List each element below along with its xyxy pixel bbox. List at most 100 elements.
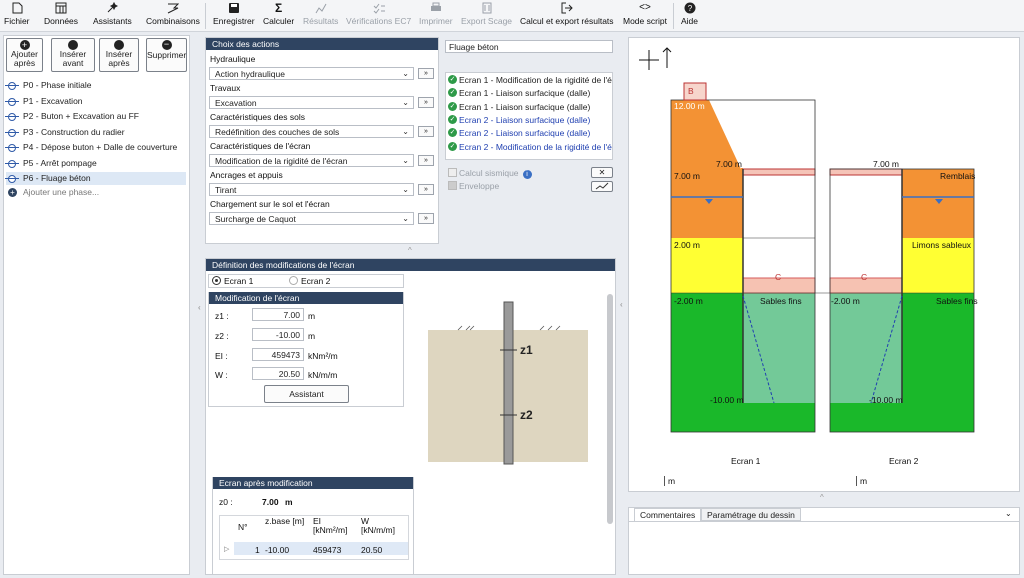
- action-list-item[interactable]: ✓ Ecran 1 - Liaison surfacique (dalle): [448, 101, 613, 112]
- z1-input[interactable]: 7.00: [252, 308, 304, 321]
- action-list-item[interactable]: ✓ Ecran 1 - Modification de la rigidité d…: [448, 75, 613, 85]
- chevron-left-icon[interactable]: ‹: [620, 300, 623, 309]
- z1-unit: m: [308, 311, 316, 321]
- chevron-down-icon: ⌄: [402, 156, 409, 165]
- surcharge-label: C: [775, 272, 782, 282]
- modif-header: Définition des modifications de l'écran: [206, 259, 615, 271]
- phase-item[interactable]: P1 - Excavation: [5, 95, 186, 108]
- phase-item[interactable]: P3 - Construction du radier: [5, 126, 186, 139]
- ecran-label: Ecran 1: [731, 456, 761, 466]
- phase-item[interactable]: P5 - Arrêt pompage: [5, 157, 186, 170]
- phase-item[interactable]: P6 - Fluage béton: [5, 172, 186, 185]
- calculer-button[interactable]: Σ Calculer: [263, 2, 294, 26]
- row-pointer-icon: ▷: [224, 546, 230, 553]
- check-list-icon: [373, 2, 385, 14]
- aide-menu[interactable]: ? Aide: [681, 2, 698, 26]
- phase-item[interactable]: P2 - Buton + Excavation au FF: [5, 110, 186, 123]
- action-select[interactable]: Tirant ⌄: [209, 183, 414, 196]
- check-circle-icon: ✓: [448, 88, 457, 98]
- inserer-avant-button[interactable]: Insérer avant: [51, 38, 95, 72]
- w-input[interactable]: 20.50: [252, 367, 304, 380]
- combinaisons-button[interactable]: Combinaisons: [146, 2, 200, 26]
- chevron-down-icon[interactable]: ⌄: [1005, 509, 1012, 518]
- wall-diagram: [408, 290, 604, 472]
- file-icon: [11, 2, 23, 14]
- z0-label: z0 :: [219, 497, 233, 507]
- add-action-button[interactable]: »: [418, 68, 434, 79]
- imprimer-button[interactable]: Imprimer: [419, 2, 453, 26]
- add-action-button[interactable]: »: [418, 155, 434, 166]
- verifications-button[interactable]: Vérifications EC7: [346, 2, 411, 26]
- chevron-down-icon: ⌄: [402, 214, 409, 223]
- modif-scrollbar[interactable]: [607, 294, 613, 524]
- collapse-up-icon[interactable]: ^: [820, 493, 824, 502]
- action-list-item[interactable]: ✓ Ecran 2 - Liaison surfacique (dalle): [448, 114, 613, 125]
- action-group-label: Caractéristiques de l'écran: [210, 141, 311, 151]
- assistant-button[interactable]: Assistant: [264, 385, 349, 403]
- check-circle-icon: ✓: [448, 114, 457, 124]
- fichier-menu[interactable]: Fichier: [4, 2, 30, 26]
- combine-icon: [167, 2, 180, 14]
- supprimer-button[interactable]: − Supprimer: [146, 38, 187, 72]
- phase-item[interactable]: P0 - Phase initiale: [5, 79, 186, 92]
- mode-script-button[interactable]: <> Mode script: [623, 2, 667, 26]
- action-group-label: Chargement sur le sol et l'écran: [210, 199, 330, 209]
- ecran1-radio[interactable]: Ecran 1: [212, 276, 253, 286]
- inserer-apres-button[interactable]: Insérer après: [99, 38, 139, 72]
- action-select[interactable]: Action hydraulique ⌄: [209, 67, 414, 80]
- save-icon: [228, 2, 240, 14]
- ajouter-apres-button[interactable]: + Ajouter après: [6, 38, 43, 72]
- chevron-left-icon[interactable]: ‹: [198, 303, 201, 312]
- soil-layer-label: Sables fins: [760, 296, 802, 306]
- phase-icon: [5, 97, 19, 106]
- enveloppe-checkbox[interactable]: Enveloppe: [448, 181, 499, 191]
- apres-header: Ecran après modification: [213, 477, 413, 489]
- table-cell: 1: [255, 545, 260, 555]
- ei-input[interactable]: 459473: [252, 348, 304, 361]
- z0-unit: m: [285, 497, 293, 507]
- calcul-sismique-checkbox[interactable]: Calcul sismique i: [448, 168, 532, 179]
- action-list-item[interactable]: ✓ Ecran 1 - Liaison surfacique (dalle): [448, 88, 613, 98]
- level-label: 7.00 m: [873, 159, 899, 169]
- calcul-export-button[interactable]: Calcul et export résultats: [520, 2, 614, 26]
- action-list-item[interactable]: ✓ Ecran 2 - Modification de la rigidité d…: [448, 141, 613, 152]
- chevron-down-icon: ⌄: [402, 98, 409, 107]
- action-select[interactable]: Excavation ⌄: [209, 96, 414, 109]
- ei-unit: kNm²/m: [308, 351, 338, 361]
- donnees-menu[interactable]: Données: [44, 2, 78, 26]
- collapse-up-icon[interactable]: ^: [408, 246, 412, 255]
- add-action-button[interactable]: »: [418, 184, 434, 195]
- add-phase-link[interactable]: + Ajouter une phase...: [6, 186, 186, 199]
- chart-icon[interactable]: [591, 181, 613, 192]
- action-select[interactable]: Modification de la rigidité de l'écran ⌄: [209, 154, 414, 167]
- phase-item[interactable]: P4 - Dépose buton + Dalle de couverture: [5, 141, 186, 154]
- phase-name-field[interactable]: Fluage béton: [445, 40, 613, 53]
- check-circle-icon: ✓: [448, 101, 457, 111]
- export-scage-button[interactable]: Export Scage: [461, 2, 512, 26]
- tab-commentaires[interactable]: Commentaires: [634, 508, 702, 521]
- modif-sub-header: Modification de l'écran: [209, 292, 403, 304]
- add-action-button[interactable]: »: [418, 213, 434, 224]
- soil-layer-label: Sables fins: [936, 296, 978, 306]
- level-label: -2.00 m: [674, 296, 703, 306]
- ecran2-radio[interactable]: Ecran 2: [289, 276, 330, 286]
- action-select[interactable]: Redéfinition des couches de sols ⌄: [209, 125, 414, 138]
- action-select[interactable]: Surcharge de Caquot ⌄: [209, 212, 414, 225]
- enregistrer-button[interactable]: Enregistrer: [213, 2, 255, 26]
- assistants-menu[interactable]: Assistants: [93, 1, 132, 26]
- z2-input[interactable]: -10.00: [252, 328, 304, 341]
- close-icon[interactable]: ✕: [591, 167, 613, 178]
- level-label: 7.00 m: [674, 171, 700, 181]
- phase-label: P4 - Dépose buton + Dalle de couverture: [23, 142, 178, 152]
- check-circle-icon: ✓: [448, 141, 457, 151]
- ei-label: EI :: [215, 351, 228, 361]
- surcharge-label: B: [688, 86, 694, 96]
- z2-unit: m: [308, 331, 316, 341]
- surcharge-label: C: [861, 272, 868, 282]
- action-group-label: Caractéristiques des sols: [210, 112, 305, 122]
- add-action-button[interactable]: »: [418, 126, 434, 137]
- add-action-button[interactable]: »: [418, 97, 434, 108]
- tab-parametrage[interactable]: Paramétrage du dessin: [701, 508, 801, 521]
- resultats-button[interactable]: Résultats: [303, 2, 338, 26]
- action-list-item[interactable]: ✓ Ecran 2 - Liaison surfacique (dalle): [448, 128, 613, 138]
